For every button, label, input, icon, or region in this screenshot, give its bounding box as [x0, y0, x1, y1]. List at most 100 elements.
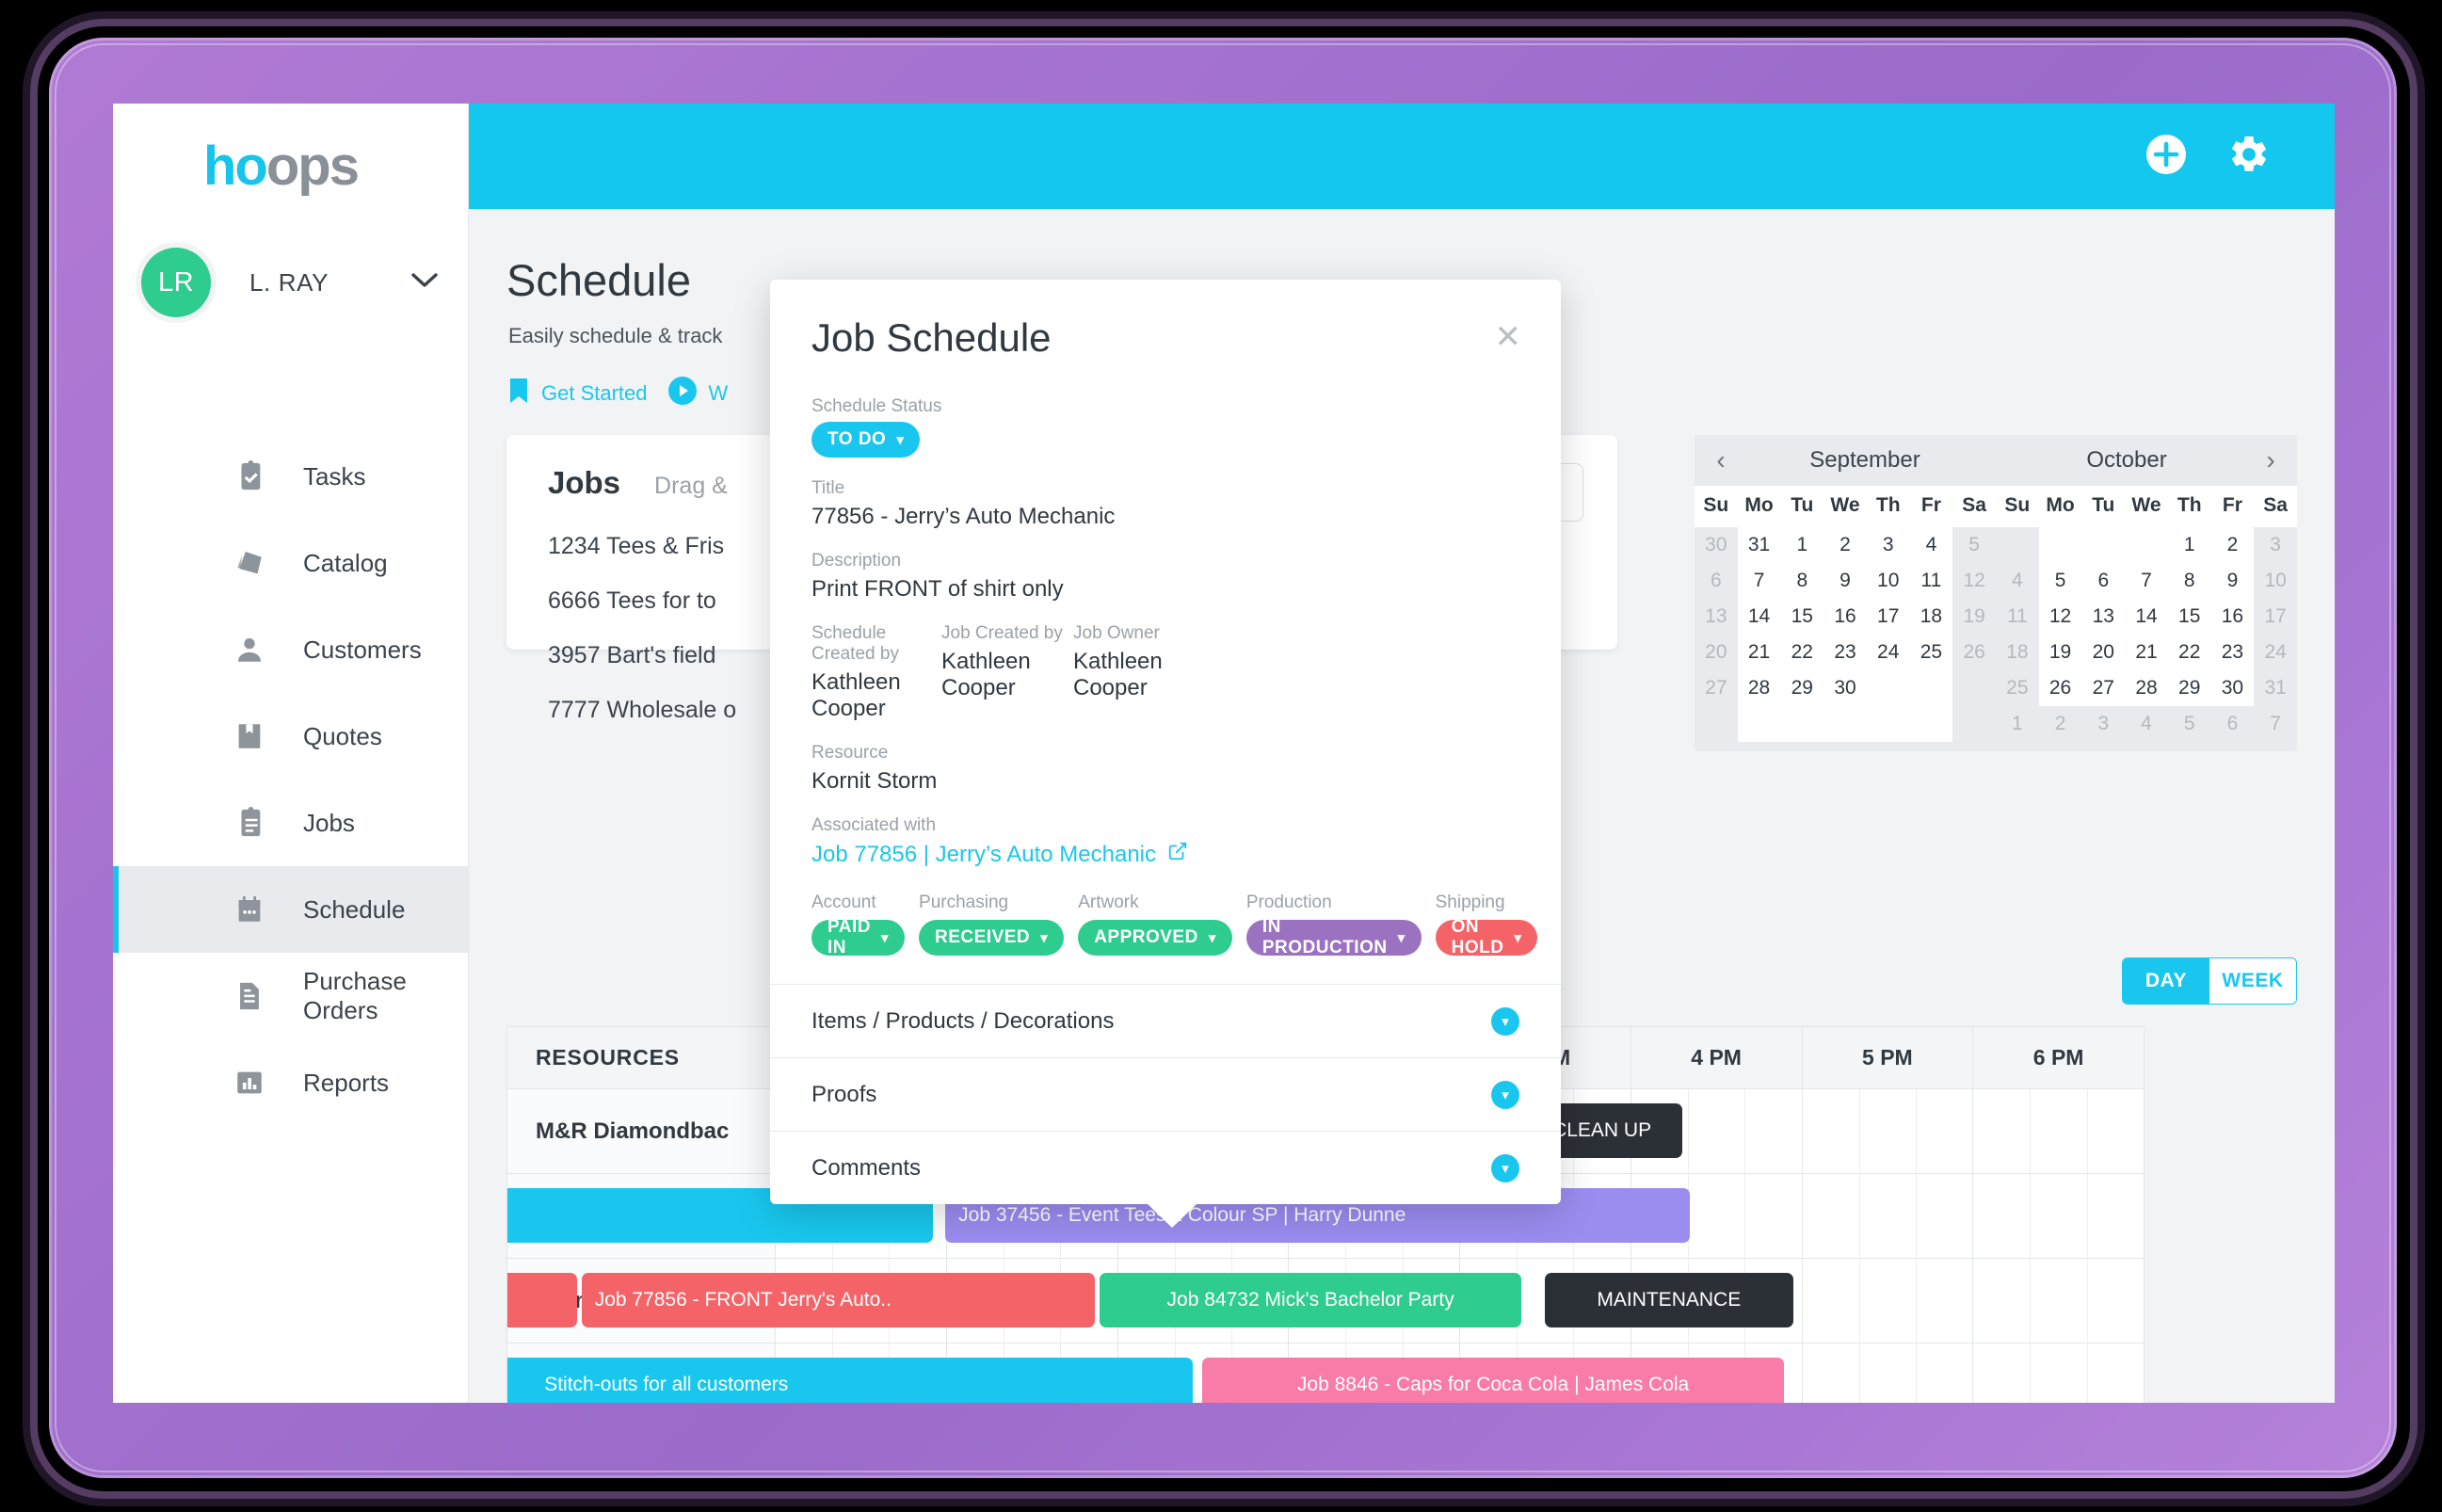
close-icon[interactable]: ✕ — [1495, 321, 1522, 353]
calendar-day[interactable]: 20 — [2081, 635, 2126, 670]
calendar-day[interactable]: 23 — [2210, 635, 2255, 670]
calendar-day[interactable]: 24 — [1866, 635, 1910, 670]
sidebar-item-jobs[interactable]: Jobs — [113, 780, 468, 866]
calendar-day[interactable]: 2 — [1823, 527, 1867, 563]
list-item[interactable]: 3957 Bart's field — [548, 642, 736, 669]
calendar-day[interactable]: 13 — [2081, 599, 2126, 635]
calendar-day[interactable]: 23 — [1823, 635, 1867, 670]
calendar-day[interactable]: 19 — [1952, 599, 1996, 635]
calendar-day[interactable]: 2 — [2038, 706, 2082, 742]
sidebar-item-catalog[interactable]: Catalog — [113, 520, 468, 606]
calendar-day[interactable]: 30 — [1695, 527, 1738, 563]
schedule-job-block[interactable]: Stitch-outs for all customers — [507, 1358, 1194, 1403]
resource-timeline[interactable]: Stitch-outs for all customers Job 8846 - … — [507, 1343, 2144, 1403]
calendar-day[interactable]: 16 — [1823, 599, 1867, 635]
calendar-day[interactable]: 5 — [2038, 563, 2082, 599]
calendar-day[interactable]: 8 — [1780, 563, 1824, 599]
calendar-day[interactable]: 12 — [2038, 599, 2082, 635]
calendar-day[interactable]: 29 — [2167, 670, 2211, 706]
sidebar-item-tasks[interactable]: Tasks — [113, 433, 468, 520]
calendar-day[interactable]: 22 — [2167, 635, 2211, 670]
user-menu[interactable]: LR L. RAY — [141, 245, 452, 320]
calendar-day[interactable]: 3 — [1866, 527, 1910, 563]
calendar-day[interactable]: 11 — [1909, 563, 1953, 599]
watch-video-link[interactable]: W — [667, 377, 728, 410]
calendar-prev-icon[interactable]: ‹ — [1708, 445, 1734, 475]
calendar-day[interactable]: 1 — [1996, 706, 2039, 742]
calendar-day[interactable]: 4 — [1909, 527, 1953, 563]
calendar-day[interactable]: 5 — [1952, 527, 1996, 563]
calendar-day[interactable]: 1 — [2167, 527, 2211, 563]
calendar-day[interactable]: 15 — [2167, 599, 2211, 635]
calendar-day[interactable]: 10 — [1866, 563, 1910, 599]
calendar-day[interactable]: 8 — [2167, 563, 2211, 599]
calendar-day[interactable]: 4 — [1996, 563, 2039, 599]
calendar-day[interactable]: 6 — [2081, 563, 2126, 599]
calendar-day[interactable]: 31 — [1737, 527, 1781, 563]
resource-timeline[interactable]: Job 77856 - BACK Jerry's Auto M...Job 77… — [507, 1259, 2144, 1343]
calendar-day[interactable]: 7 — [2125, 563, 2168, 599]
list-item[interactable]: 7777 Wholesale o — [548, 697, 736, 724]
calendar-day[interactable]: 20 — [1695, 635, 1738, 670]
status-badge[interactable]: IN PRODUCTION ▾ — [1245, 917, 1422, 957]
status-badge[interactable]: ON HOLD ▾ — [1435, 917, 1538, 957]
schedule-job-block[interactable]: MAINTENANCE — [1544, 1273, 1794, 1327]
sidebar-item-purchase-orders[interactable]: Purchase Orders — [113, 953, 468, 1039]
schedule-job-block[interactable]: Job 77856 - BACK Jerry's Auto M... — [507, 1273, 578, 1327]
calendar-day[interactable]: 27 — [1695, 670, 1738, 706]
sidebar-item-reports[interactable]: Reports — [113, 1039, 468, 1126]
calendar-day[interactable]: 17 — [1866, 599, 1910, 635]
calendar-day[interactable]: 28 — [1737, 670, 1781, 706]
calendar-day[interactable]: 22 — [1780, 635, 1824, 670]
sidebar-item-schedule[interactable]: Schedule — [113, 866, 468, 953]
app-logo[interactable]: hoops — [203, 139, 360, 194]
calendar-day[interactable]: 11 — [1996, 599, 2039, 635]
gear-icon[interactable] — [2227, 133, 2271, 181]
calendar-day[interactable]: 3 — [2081, 706, 2126, 742]
sidebar-item-customers[interactable]: Customers — [113, 606, 468, 693]
calendar-day[interactable]: 21 — [1737, 635, 1781, 670]
status-badge[interactable]: PAID IN ▾ — [811, 917, 906, 957]
calendar-day[interactable]: 18 — [1909, 599, 1953, 635]
tab-week[interactable]: WEEK — [2209, 958, 2296, 1004]
calendar-day[interactable]: 30 — [1823, 670, 1867, 706]
accordion-items-products-decorations[interactable]: Items / Products / Decorations ▾ — [770, 984, 1561, 1057]
calendar-day[interactable]: 10 — [2254, 563, 2297, 599]
calendar-day[interactable]: 21 — [2125, 635, 2168, 670]
list-item[interactable]: 6666 Tees for to — [548, 587, 736, 615]
calendar-day[interactable]: 14 — [1737, 599, 1781, 635]
calendar-day[interactable]: 30 — [2210, 670, 2255, 706]
calendar-day[interactable]: 18 — [1996, 635, 2039, 670]
calendar-day[interactable]: 6 — [1695, 563, 1738, 599]
calendar-day[interactable]: 6 — [2210, 706, 2255, 742]
chevron-down-circle-icon[interactable]: ▾ — [1491, 1080, 1519, 1109]
calendar-next-icon[interactable]: › — [2257, 445, 2284, 475]
calendar-day[interactable]: 19 — [2038, 635, 2082, 670]
calendar-day[interactable]: 14 — [2125, 599, 2168, 635]
calendar-day[interactable]: 5 — [2167, 706, 2211, 742]
calendar-day[interactable]: 12 — [1952, 563, 1996, 599]
list-item[interactable]: 1234 Tees & Fris — [548, 533, 736, 560]
calendar-day[interactable]: 15 — [1780, 599, 1824, 635]
calendar-day[interactable]: 4 — [2125, 706, 2168, 742]
calendar-day[interactable]: 25 — [1909, 635, 1953, 670]
calendar-day[interactable]: 3 — [2254, 527, 2297, 563]
associated-job-link[interactable]: Job 77856 | Jerry’s Auto Mechanic — [811, 841, 1519, 868]
accordion-comments[interactable]: Comments ▾ — [770, 1131, 1561, 1204]
schedule-job-block[interactable]: Job 8846 - Caps for Coca Cola | James Co… — [1202, 1358, 1784, 1403]
chevron-down-icon[interactable] — [410, 272, 439, 294]
status-badge[interactable]: RECEIVED ▾ — [919, 920, 1065, 956]
calendar-day[interactable]: 2 — [2210, 527, 2255, 563]
calendar-day[interactable]: 16 — [2210, 599, 2255, 635]
calendar-day[interactable]: 13 — [1695, 599, 1738, 635]
calendar-day[interactable]: 26 — [2038, 670, 2082, 706]
schedule-status-badge[interactable]: TO DO ▾ — [811, 422, 921, 458]
schedule-job-block[interactable]: Job 77856 - FRONT Jerry's Auto.. — [581, 1273, 1095, 1327]
tab-day[interactable]: DAY — [2123, 958, 2209, 1004]
calendar-day[interactable]: 7 — [1737, 563, 1781, 599]
calendar-day[interactable]: 9 — [2210, 563, 2255, 599]
accordion-proofs[interactable]: Proofs ▾ — [770, 1057, 1561, 1131]
calendar-day[interactable]: 1 — [1780, 527, 1824, 563]
calendar-day[interactable]: 28 — [2125, 670, 2168, 706]
chevron-down-circle-icon[interactable]: ▾ — [1491, 1006, 1519, 1036]
